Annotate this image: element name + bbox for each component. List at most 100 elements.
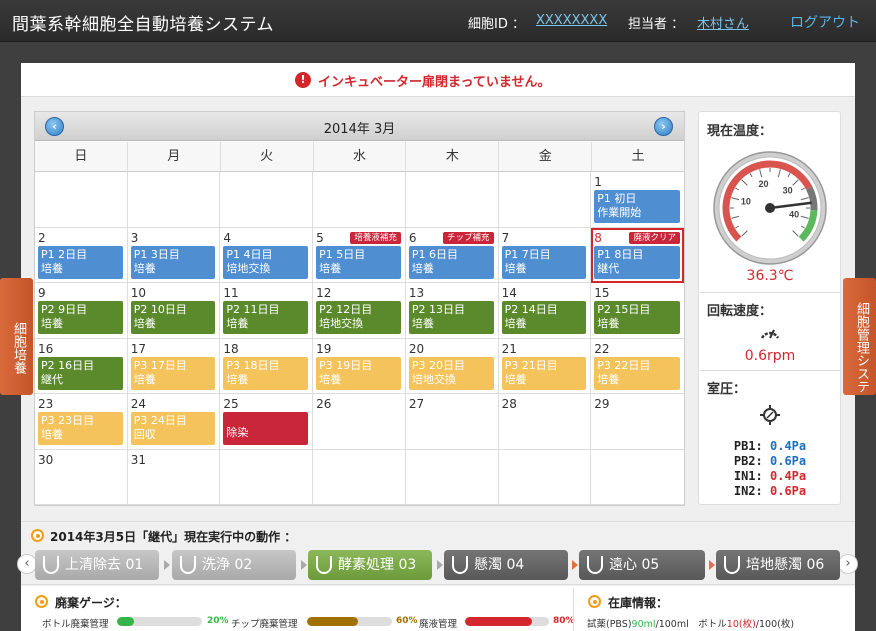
schedule-event[interactable]: P3 17日目 培養 <box>130 356 216 390</box>
pressure-pb1-value: 0.4Pa <box>770 439 807 453</box>
calendar-cell[interactable]: 14 P2 14日目 培養 <box>498 283 592 339</box>
calendar-cell[interactable]: 5 培養液補充 P1 5日目 培養 <box>313 227 406 283</box>
steps-prev-button[interactable]: ‹ <box>17 554 37 574</box>
task-badge[interactable]: チップ補充 <box>443 231 494 244</box>
calendar-cell[interactable]: 2 P1 2日目 培養 <box>35 227 128 283</box>
schedule-event[interactable]: P1 4日目 培地交換 <box>223 245 309 279</box>
schedule-event[interactable]: P3 20日目 培地交換 <box>408 356 494 390</box>
weekday-sun: 日 <box>35 142 128 171</box>
waste-chip-fill <box>307 617 358 626</box>
event-task: 培養 <box>133 317 156 330</box>
task-badge[interactable]: 廃液クリア <box>629 231 680 244</box>
step-2-label: 洗浄 02 <box>202 557 253 573</box>
event-title: P3 19日目 <box>319 358 373 372</box>
calendar-cell[interactable]: 27 <box>405 394 499 450</box>
calendar-cell[interactable]: 26 <box>313 394 406 450</box>
schedule-event[interactable]: P3 24日目 回収 <box>130 412 216 445</box>
calendar-cell[interactable]: 9 P2 9日目 培養 <box>35 283 128 339</box>
calendar-cell[interactable]: 8 廃液クリア P1 8日目 継代 <box>591 227 684 283</box>
schedule-event[interactable]: P1 7日目 培養 <box>501 245 587 279</box>
calendar-cell <box>35 172 128 228</box>
next-month-button[interactable]: › <box>654 117 673 136</box>
schedule-event[interactable]: P1 初日 作業開始 <box>594 190 680 223</box>
gauge-tick-label: 10 <box>741 197 751 207</box>
day-number: 21 <box>501 341 517 356</box>
calendar-cell[interactable]: 28 <box>498 394 592 450</box>
schedule-event[interactable]: P2 12日目 培地交換 <box>316 301 401 334</box>
calendar-cell[interactable]: 3 P1 3日目 培養 <box>127 227 221 283</box>
schedule-event[interactable]: P1 5日目 培養 <box>316 245 401 279</box>
schedule-event[interactable]: P1 8日目 継代 <box>594 245 680 279</box>
app-title: 間葉系幹細胞全自動培養システム <box>12 15 274 35</box>
schedule-event[interactable]: P2 9日目 培養 <box>38 301 123 334</box>
calendar-cell[interactable]: 10 P2 10日目 培養 <box>127 283 221 339</box>
calendar-cell[interactable]: 4 P1 4日目 培地交換 <box>220 227 314 283</box>
schedule-event[interactable]: P3 21日目 培養 <box>501 356 587 390</box>
step-3[interactable]: 酵素処理 03 <box>308 550 432 580</box>
task-badge[interactable]: 培養液補充 <box>350 231 401 244</box>
event-task: 培養 <box>597 317 620 330</box>
pressure-pb1-label: PB1: <box>733 439 763 453</box>
cell-management-tab[interactable]: 細胞管理システム <box>824 278 876 395</box>
calendar-cell[interactable]: 24 P3 24日目 回収 <box>127 394 221 450</box>
event-task: 回収 <box>133 428 156 441</box>
calendar-cell[interactable]: 11 P2 11日目 培養 <box>220 283 314 339</box>
steps-next-button[interactable]: › <box>838 554 858 574</box>
cell-culture-tab[interactable]: 細胞培養 <box>0 278 33 395</box>
calendar-cell[interactable]: 18 P3 18日目 培養 <box>220 338 314 394</box>
calendar-cell <box>313 449 406 505</box>
schedule-event[interactable]: P1 2日目 培養 <box>38 245 123 279</box>
calendar-cell[interactable]: 30 <box>35 449 128 505</box>
calendar-cell[interactable]: 12 P2 12日目 培地交換 <box>313 283 406 339</box>
step-5[interactable]: 遠心 05 <box>579 550 705 580</box>
schedule-event[interactable]: P2 10日目 培養 <box>130 301 216 334</box>
calendar-cell[interactable]: 13 P2 13日目 培養 <box>405 283 499 339</box>
owner-link[interactable]: 木村さん <box>697 13 749 32</box>
event-task: 培養 <box>226 317 249 330</box>
calendar-cell[interactable]: 17 P3 17日目 培養 <box>127 338 221 394</box>
schedule-event[interactable]: P2 11日目 培養 <box>223 301 309 334</box>
calendar-cell[interactable]: 6 チップ補充 P1 6日目 培養 <box>405 227 499 283</box>
pressure-pb1: PB1: 0.4Pa <box>699 439 841 453</box>
calendar-cell[interactable]: 7 P1 7日目 培養 <box>498 227 592 283</box>
step-6[interactable]: 培地懸濁 06 <box>716 550 840 580</box>
calendar-cell[interactable]: 25 除染 <box>220 394 314 450</box>
step-2[interactable]: 洗浄 02 <box>172 550 296 580</box>
event-task: 培養 <box>504 372 527 386</box>
step-1-label: 上清除去 01 <box>65 557 144 573</box>
calendar-cell[interactable]: 15 P2 15日目 培養 <box>591 283 684 339</box>
schedule-event[interactable]: P2 13日目 培養 <box>408 301 494 334</box>
event-task: 培養 <box>411 261 434 275</box>
day-number: 23 <box>38 397 54 411</box>
waste-liquid-pct: 80% <box>553 616 575 626</box>
schedule-event[interactable]: P1 3日目 培養 <box>130 245 216 279</box>
schedule-event[interactable]: P2 15日目 培養 <box>594 301 680 334</box>
calendar-cell[interactable]: 21 P3 21日目 培養 <box>498 338 592 394</box>
step-4[interactable]: 懸濁 04 <box>444 550 568 580</box>
day-number: 29 <box>594 397 610 411</box>
event-title: P2 13日目 <box>411 303 465 316</box>
day-number: 9 <box>38 286 46 300</box>
schedule-event[interactable]: 除染 <box>223 412 309 445</box>
cell-id-link[interactable]: XXXXXXXX <box>536 13 607 28</box>
calendar-cell[interactable]: 19 P3 19日目 培養 <box>313 338 406 394</box>
calendar-cell[interactable]: 31 <box>127 449 221 505</box>
event-task: 継代 <box>41 372 63 386</box>
schedule-event[interactable]: P3 19日目 培養 <box>316 356 401 390</box>
calendar-cell[interactable]: 29 <box>591 394 684 450</box>
schedule-event[interactable]: P3 18日目 培養 <box>223 356 309 390</box>
gauge-tick-label: 20 <box>759 179 769 189</box>
calendar-cell[interactable]: 1 P1 初日 作業開始 <box>591 172 684 228</box>
calendar-cell[interactable]: 23 P3 23日目 培養 <box>35 394 128 450</box>
schedule-event[interactable]: P2 16日目 継代 <box>38 356 123 390</box>
schedule-event[interactable]: P2 14日目 培養 <box>501 301 587 334</box>
schedule-event[interactable]: P1 6日目 培養 <box>408 245 494 279</box>
schedule-event[interactable]: P3 22日目 培養 <box>594 356 680 390</box>
logout-link[interactable]: ログアウト <box>790 12 860 32</box>
step-1[interactable]: 上清除去 01 <box>35 550 159 580</box>
schedule-event[interactable]: P3 23日目 培養 <box>38 412 123 445</box>
calendar-cell[interactable]: 20 P3 20日目 培地交換 <box>405 338 499 394</box>
pressure-in1-value: 0.4Pa <box>770 469 807 483</box>
calendar-cell[interactable]: 16 P2 16日目 継代 <box>35 338 128 394</box>
calendar-cell[interactable]: 22 P3 22日目 培養 <box>591 339 684 394</box>
